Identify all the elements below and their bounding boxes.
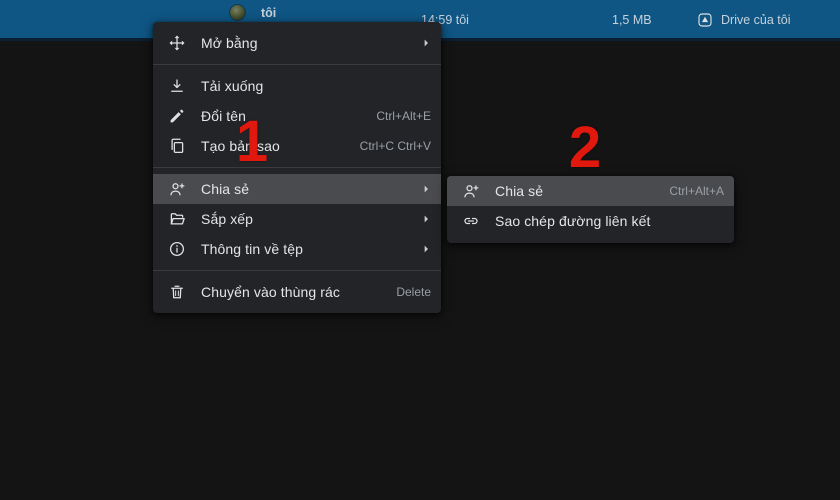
info-icon bbox=[168, 240, 186, 258]
open-with-icon bbox=[168, 34, 186, 52]
trash-icon bbox=[168, 283, 186, 301]
owner-avatar bbox=[229, 4, 246, 21]
folder-icon bbox=[168, 210, 186, 228]
link-icon bbox=[462, 212, 480, 230]
shortcut-label: Delete bbox=[396, 285, 431, 299]
copy-icon bbox=[168, 137, 186, 155]
file-location[interactable]: Drive của tôi bbox=[721, 13, 790, 27]
menu-item-share[interactable]: Chia sẻ bbox=[153, 174, 441, 204]
chevron-right-icon bbox=[418, 35, 434, 51]
person-add-icon bbox=[462, 182, 480, 200]
step-annotation-2: 2 bbox=[564, 119, 606, 177]
shortcut-label: Ctrl+C Ctrl+V bbox=[360, 139, 431, 153]
shortcut-label: Ctrl+Alt+E bbox=[376, 109, 431, 123]
menu-item-make-copy[interactable]: Tạo bản sao Ctrl+C Ctrl+V bbox=[153, 131, 441, 161]
menu-item-label: Mở bằng bbox=[201, 35, 408, 51]
submenu-item-share[interactable]: Chia sẻ Ctrl+Alt+A bbox=[447, 176, 734, 206]
menu-item-label: Chuyển vào thùng rác bbox=[201, 284, 386, 300]
menu-item-label: Tạo bản sao bbox=[201, 138, 350, 154]
share-submenu: Chia sẻ Ctrl+Alt+A Sao chép đường liên k… bbox=[447, 176, 734, 243]
menu-item-rename[interactable]: Đổi tên Ctrl+Alt+E bbox=[153, 101, 441, 131]
submenu-item-copy-link[interactable]: Sao chép đường liên kết bbox=[447, 206, 734, 236]
download-icon bbox=[168, 77, 186, 95]
menu-item-label: Đổi tên bbox=[201, 108, 366, 124]
menu-item-label: Chia sẻ bbox=[201, 181, 408, 197]
person-add-icon bbox=[168, 180, 186, 198]
pencil-icon bbox=[168, 107, 186, 125]
owner-label: tôi bbox=[261, 6, 276, 20]
file-size: 1,5 MB bbox=[612, 13, 652, 27]
menu-divider bbox=[153, 64, 441, 65]
menu-divider bbox=[153, 167, 441, 168]
menu-item-label: Thông tin về tệp bbox=[201, 241, 408, 257]
menu-item-label: Sắp xếp bbox=[201, 211, 408, 227]
menu-item-move-to-trash[interactable]: Chuyển vào thùng rác Delete bbox=[153, 277, 441, 307]
shortcut-label: Ctrl+Alt+A bbox=[669, 184, 724, 198]
submenu-item-label: Chia sẻ bbox=[495, 183, 659, 199]
menu-item-organize[interactable]: Sắp xếp bbox=[153, 204, 441, 234]
menu-item-file-info[interactable]: Thông tin về tệp bbox=[153, 234, 441, 264]
menu-item-label: Tải xuống bbox=[201, 78, 431, 94]
menu-item-open-with[interactable]: Mở bằng bbox=[153, 28, 441, 58]
context-menu: Mở bằng Tải xuống Đổi tên Ctrl+Alt+E Tạo… bbox=[153, 22, 441, 313]
submenu-item-label: Sao chép đường liên kết bbox=[495, 213, 724, 229]
menu-item-download[interactable]: Tải xuống bbox=[153, 71, 441, 101]
step-annotation-1: 1 bbox=[234, 113, 270, 171]
chevron-right-icon bbox=[418, 181, 434, 197]
drive-icon bbox=[697, 12, 713, 28]
menu-divider bbox=[153, 270, 441, 271]
chevron-right-icon bbox=[418, 241, 434, 257]
chevron-right-icon bbox=[418, 211, 434, 227]
